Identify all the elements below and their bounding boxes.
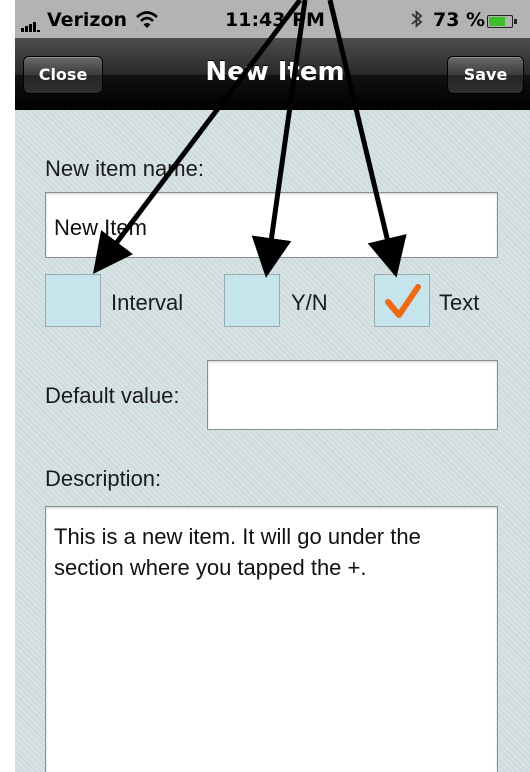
default-value-label: Default value: <box>45 383 180 408</box>
close-button[interactable]: Close <box>23 56 103 94</box>
checkbox-text[interactable] <box>374 274 430 327</box>
checkbox-interval[interactable] <box>45 274 101 327</box>
bluetooth-icon <box>411 9 423 29</box>
carrier-name: Verizon <box>47 9 128 31</box>
checkbox-text-label: Text <box>439 290 480 315</box>
navigation-bar: Close New Item Save <box>15 38 530 110</box>
signal-bars-icon <box>21 20 41 32</box>
description-label: Description: <box>45 466 162 491</box>
name-label: New item name: <box>45 156 204 181</box>
form-content: New item name: New Item Interval Y/N Tex… <box>15 110 530 772</box>
battery-fill <box>489 17 506 26</box>
check-mark-icon <box>385 284 421 318</box>
app-screen: Verizon 11:43 PM 73 % Close New Item Sav… <box>0 0 530 772</box>
battery-icon <box>487 15 517 28</box>
description-textarea[interactable]: This is a new item. It will go under the… <box>45 506 498 772</box>
wifi-icon <box>136 11 158 28</box>
status-time: 11:43 PM <box>225 9 325 31</box>
checkbox-yn-label: Y/N <box>291 290 328 315</box>
checkbox-interval-label: Interval <box>111 290 184 315</box>
save-button[interactable]: Save <box>447 56 524 94</box>
battery-percent: 73 % <box>433 9 486 31</box>
checkbox-yn[interactable] <box>224 274 280 327</box>
status-bar: Verizon 11:43 PM 73 % <box>15 0 530 38</box>
item-name-input[interactable]: New Item <box>45 192 498 258</box>
default-value-input[interactable] <box>207 360 498 430</box>
page-title: New Item <box>205 57 345 87</box>
